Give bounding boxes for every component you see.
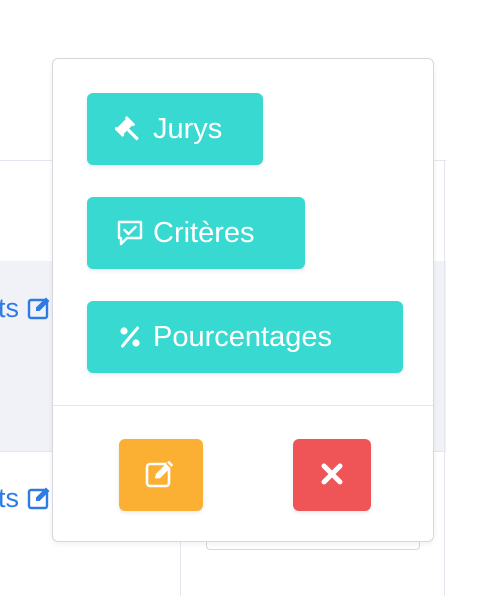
gavel-icon bbox=[115, 114, 145, 144]
row-edit-link[interactable]: ts bbox=[0, 292, 53, 324]
external-edit-icon bbox=[27, 295, 53, 321]
pourcentages-button[interactable]: Pourcentages bbox=[87, 301, 403, 373]
popover-divider bbox=[53, 405, 433, 406]
comment-check-icon bbox=[115, 218, 145, 248]
close-icon bbox=[320, 462, 344, 489]
edit-button[interactable] bbox=[119, 439, 203, 511]
row-edit-link-label: ts bbox=[0, 292, 20, 323]
criteres-button-label: Critères bbox=[153, 216, 255, 249]
jurys-button[interactable]: Jurys bbox=[87, 93, 263, 165]
percent-icon bbox=[115, 322, 145, 352]
criteres-button[interactable]: Critères bbox=[87, 197, 305, 269]
row-edit-link[interactable]: ts bbox=[0, 482, 53, 514]
row-edit-link-label: ts bbox=[0, 482, 20, 513]
edit-icon bbox=[144, 459, 178, 492]
pourcentages-button-label: Pourcentages bbox=[153, 320, 332, 353]
actions-popover: Jurys Critères Pourcentages bbox=[52, 58, 434, 542]
table-right-border bbox=[444, 160, 445, 596]
jurys-button-label: Jurys bbox=[153, 112, 223, 145]
delete-button[interactable] bbox=[293, 439, 371, 511]
external-edit-icon bbox=[27, 485, 53, 511]
